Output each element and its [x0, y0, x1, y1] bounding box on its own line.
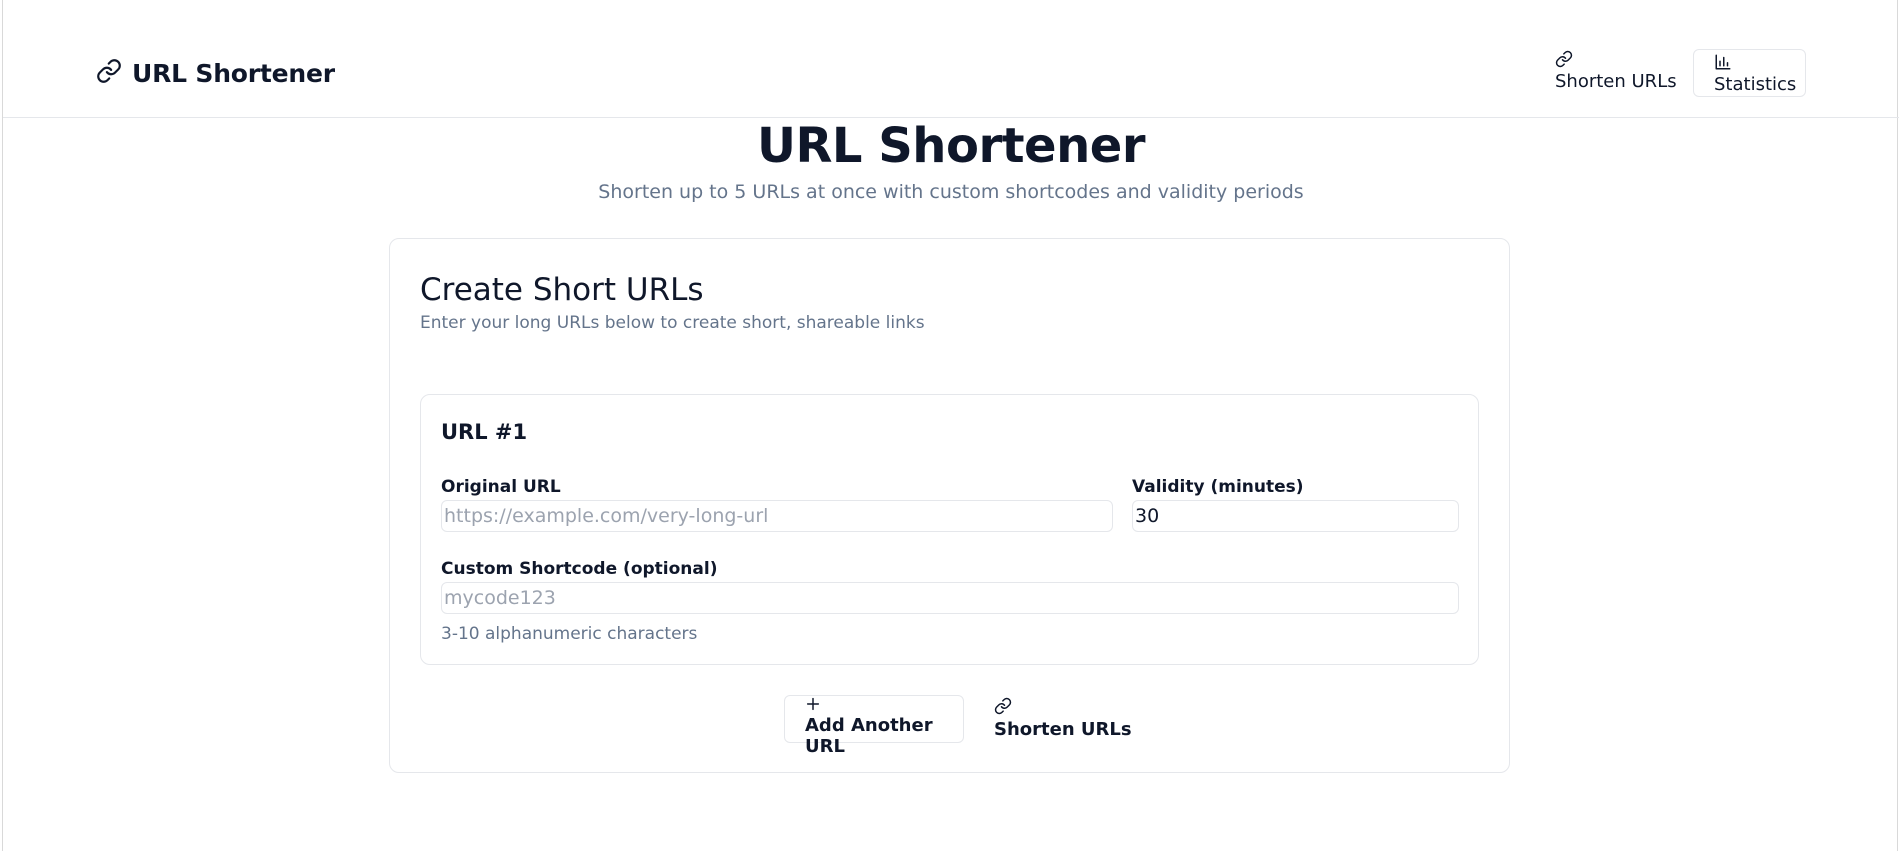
card-title: Create Short URLs — [420, 272, 704, 308]
shorten-urls-button[interactable]: Shorten URLs — [994, 696, 1132, 740]
app-window: URL Shortener Shorten URLs Statistics UR… — [2, 0, 1899, 851]
nav-shorten-urls-label: Shorten URLs — [1555, 71, 1677, 92]
plus-icon — [805, 696, 821, 712]
page-subtitle: Shorten up to 5 URLs at once with custom… — [598, 181, 1304, 203]
nav-shorten-urls-button[interactable]: Shorten URLs — [1555, 50, 1677, 92]
brand[interactable]: URL Shortener — [96, 58, 335, 88]
shorten-urls-label: Shorten URLs — [994, 719, 1132, 740]
custom-shortcode-label: Custom Shortcode (optional) — [441, 559, 718, 579]
add-another-url-label: Add Another URL — [805, 715, 933, 757]
nav-statistics-button[interactable]: Statistics — [1693, 49, 1806, 97]
nav-statistics-label: Statistics — [1714, 74, 1797, 95]
shortcode-hint: 3-10 alphanumeric characters — [441, 624, 698, 644]
link-icon — [994, 696, 1012, 716]
brand-title: URL Shortener — [132, 58, 335, 88]
card-description: Enter your long URLs below to create sho… — [420, 313, 925, 333]
custom-shortcode-input[interactable] — [441, 582, 1459, 614]
validity-input[interactable] — [1132, 500, 1459, 532]
add-another-url-button[interactable]: Add Another URL — [784, 695, 964, 757]
link-icon — [96, 58, 122, 88]
top-navbar: URL Shortener Shorten URLs Statistics — [3, 0, 1899, 118]
url-entry-block: URL #1 Original URL Validity (minutes) C… — [420, 394, 1479, 665]
validity-label: Validity (minutes) — [1132, 477, 1304, 497]
url-entry-heading: URL #1 — [441, 420, 528, 444]
create-short-urls-card: Create Short URLs Enter your long URLs b… — [389, 238, 1510, 773]
bar-chart-icon — [1714, 53, 1732, 71]
original-url-label: Original URL — [441, 477, 561, 497]
link-icon — [1555, 50, 1573, 68]
page-title: URL Shortener — [756, 118, 1146, 174]
original-url-input[interactable] — [441, 500, 1113, 532]
